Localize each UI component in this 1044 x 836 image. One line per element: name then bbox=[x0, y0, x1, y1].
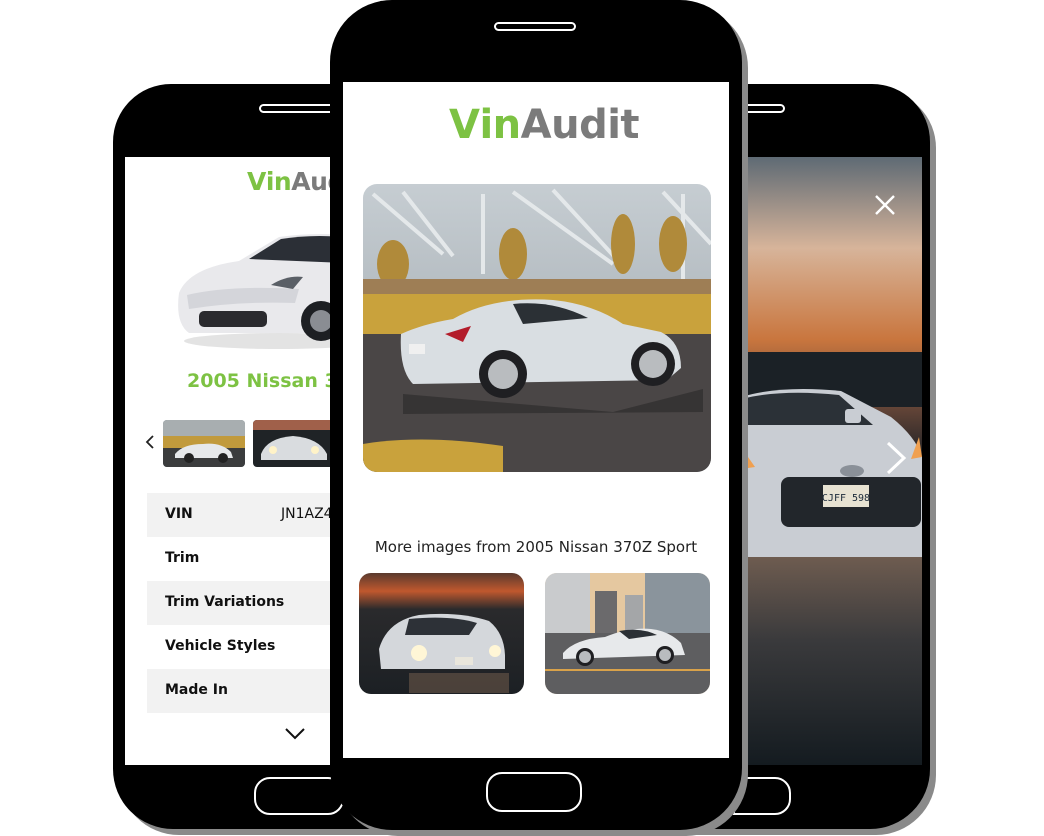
home-button[interactable] bbox=[254, 777, 344, 815]
logo-v: V bbox=[449, 102, 480, 148]
phone-center: Vin Audit More images from 2005 Nissan 3… bbox=[330, 0, 742, 830]
logo-audit: Audit bbox=[520, 102, 640, 148]
spec-table: VIN JN1AZ4 Trim Trim Variations Vehicle … bbox=[147, 493, 330, 713]
hero-image[interactable] bbox=[363, 184, 711, 472]
vinaudit-logo: VinAudit bbox=[247, 167, 330, 196]
spec-row-vin: VIN JN1AZ4 bbox=[147, 493, 330, 537]
speaker-slot bbox=[741, 104, 785, 113]
gallery-image-2[interactable] bbox=[545, 573, 710, 694]
vehicle-detail-screen: VinAudit 2005 Nissan 370Z Sport bbox=[125, 157, 330, 765]
spec-label: Trim Variations bbox=[165, 594, 285, 610]
close-icon[interactable] bbox=[873, 193, 897, 217]
logo-in: in bbox=[479, 102, 521, 148]
thumbnail-2[interactable] bbox=[253, 420, 330, 467]
vehicle-title: 2005 Nissan 370Z Sport bbox=[187, 370, 330, 392]
gallery-screen: Vin Audit More images from 2005 Nissan 3… bbox=[343, 82, 729, 758]
vinaudit-logo: VinAudit bbox=[449, 102, 640, 148]
vehicle-image bbox=[178, 234, 330, 349]
spec-label: Vehicle Styles bbox=[165, 638, 276, 654]
home-button[interactable] bbox=[486, 772, 582, 812]
chevron-right-icon[interactable] bbox=[885, 441, 907, 475]
spec-label: VIN bbox=[165, 506, 193, 522]
gallery-image-1[interactable] bbox=[359, 573, 524, 694]
spec-row-trim: Trim bbox=[147, 537, 330, 581]
chevron-left-icon[interactable] bbox=[145, 433, 155, 454]
spec-row-made-in: Made In bbox=[147, 669, 330, 713]
spec-value: JN1AZ4 bbox=[281, 506, 330, 522]
thumbnail-1[interactable] bbox=[163, 420, 245, 467]
spec-row-trim-variations: Trim Variations bbox=[147, 581, 330, 625]
logo-in: in bbox=[265, 167, 292, 196]
speaker-slot bbox=[494, 22, 576, 31]
logo-audit: Audit bbox=[291, 167, 330, 196]
image-viewer-screen: CJFF 598 bbox=[741, 157, 922, 765]
gallery-caption: More images from 2005 Nissan 370Z Sport bbox=[374, 538, 698, 556]
license-plate-text: CJFF 598 bbox=[822, 493, 870, 504]
spec-row-vehicle-styles: Vehicle Styles bbox=[147, 625, 330, 669]
spec-label: Trim bbox=[165, 550, 200, 566]
home-button[interactable] bbox=[733, 777, 791, 815]
spec-label: Made In bbox=[165, 682, 228, 698]
chevron-down-icon[interactable] bbox=[285, 727, 305, 745]
logo-v: V bbox=[247, 167, 266, 196]
